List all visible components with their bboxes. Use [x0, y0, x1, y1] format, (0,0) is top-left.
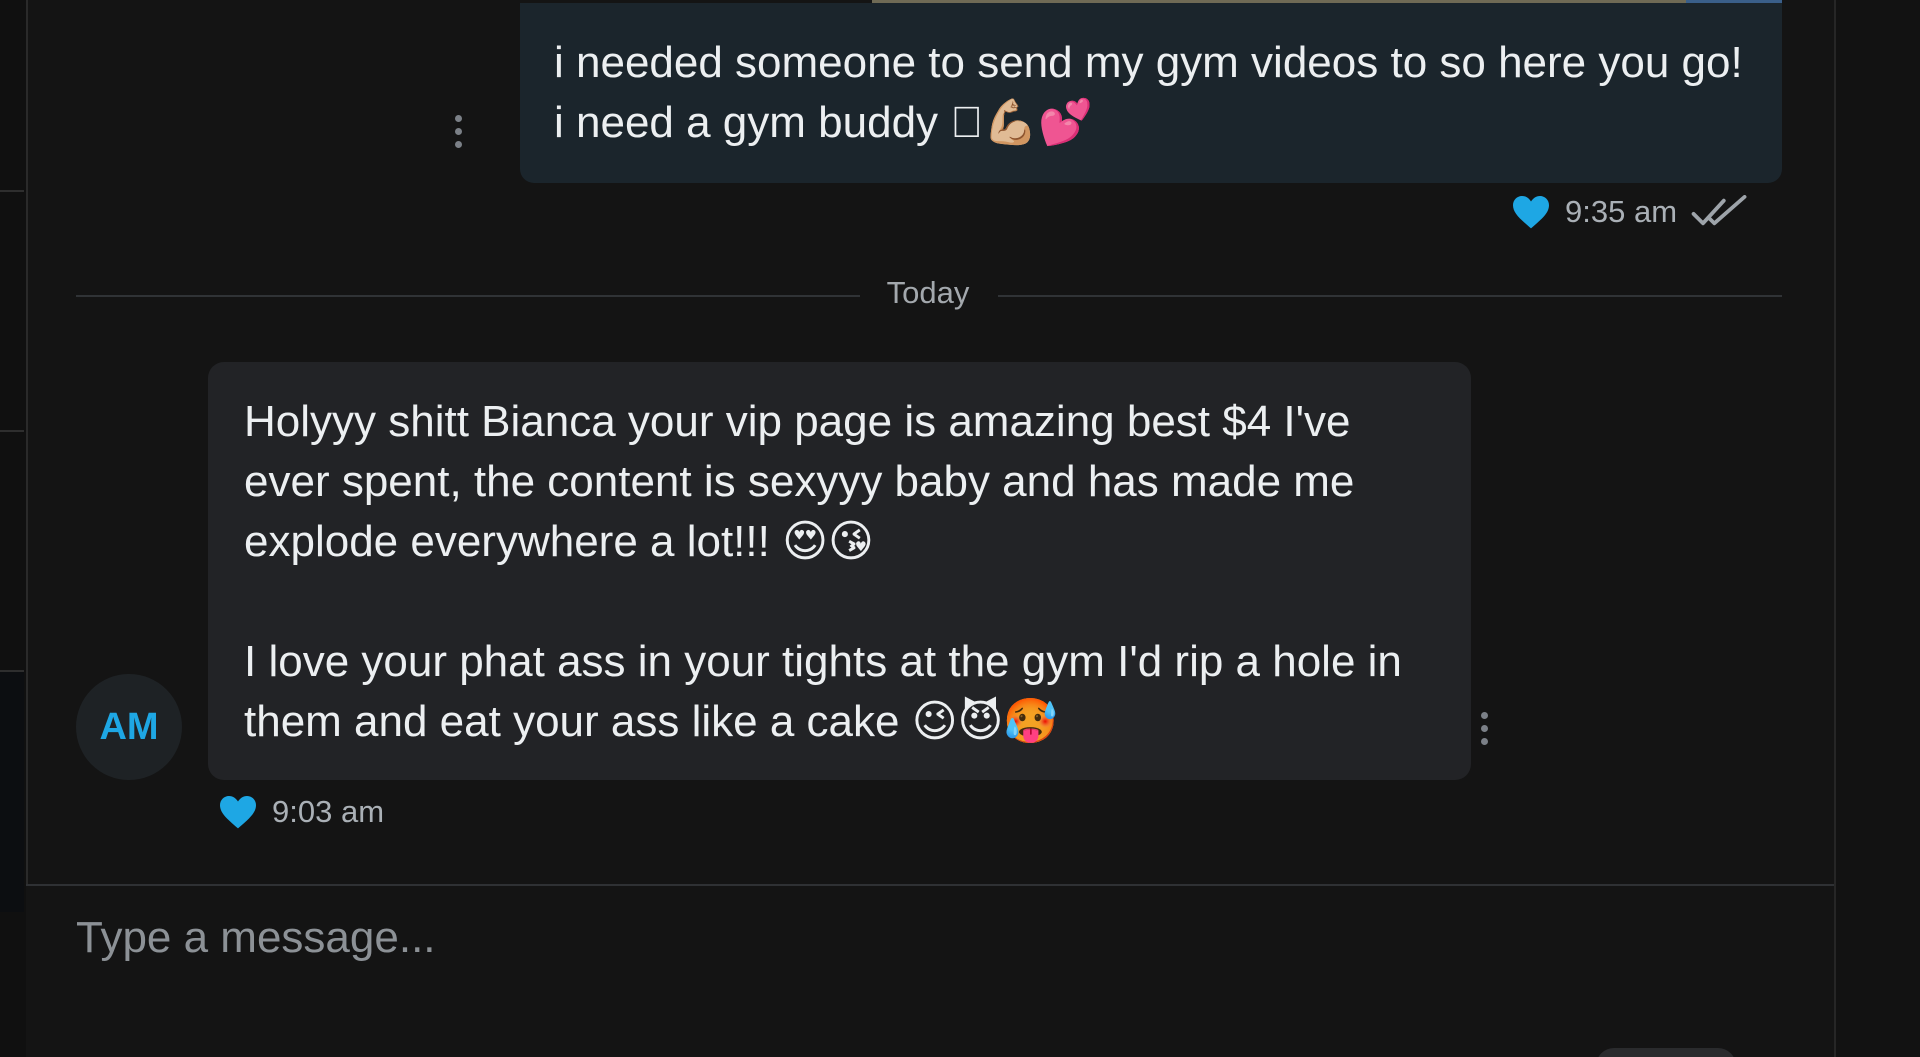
sidebar-divider: [0, 190, 24, 192]
date-divider-line: [76, 295, 860, 297]
message-meta-outgoing: 9:35 am: [1511, 194, 1749, 230]
date-divider-label: Today: [886, 275, 970, 310]
message-time: 9:03 am: [272, 794, 385, 829]
message-meta-incoming: 9:03 am: [218, 794, 384, 830]
message-time: 9:35 am: [1565, 194, 1678, 229]
message-input[interactable]: [76, 908, 1676, 968]
avatar[interactable]: AM: [76, 674, 182, 780]
heart-icon[interactable]: [1511, 194, 1551, 230]
sidebar-item-active[interactable]: [0, 672, 24, 912]
message-list[interactable]: i needed someone to send my gym videos t…: [26, 0, 1834, 884]
double-check-icon: [1691, 195, 1747, 226]
avatar-initials: AM: [99, 705, 159, 748]
date-divider-line: [998, 295, 1782, 297]
message-text: i needed someone to send my gym videos t…: [554, 38, 1743, 147]
chat-screen: i needed someone to send my gym videos t…: [0, 0, 1920, 1057]
message-paragraph: Holyyy shitt Bianca your vip page is ama…: [244, 397, 1355, 566]
message-bubble-outgoing[interactable]: i needed someone to send my gym videos t…: [520, 3, 1782, 183]
message-paragraph: I love your phat ass in your tights at t…: [244, 637, 1402, 746]
message-composer: [26, 884, 1834, 1057]
sidebar-divider: [0, 430, 24, 432]
message-options-button[interactable]: [1474, 712, 1494, 745]
right-sidebar: [1834, 0, 1920, 1057]
send-button[interactable]: [1596, 1048, 1736, 1057]
message-options-button[interactable]: [448, 115, 468, 148]
left-sidebar: [0, 0, 28, 1057]
heart-icon[interactable]: [218, 794, 258, 830]
message-bubble-incoming[interactable]: Holyyy shitt Bianca your vip page is ama…: [208, 362, 1471, 780]
